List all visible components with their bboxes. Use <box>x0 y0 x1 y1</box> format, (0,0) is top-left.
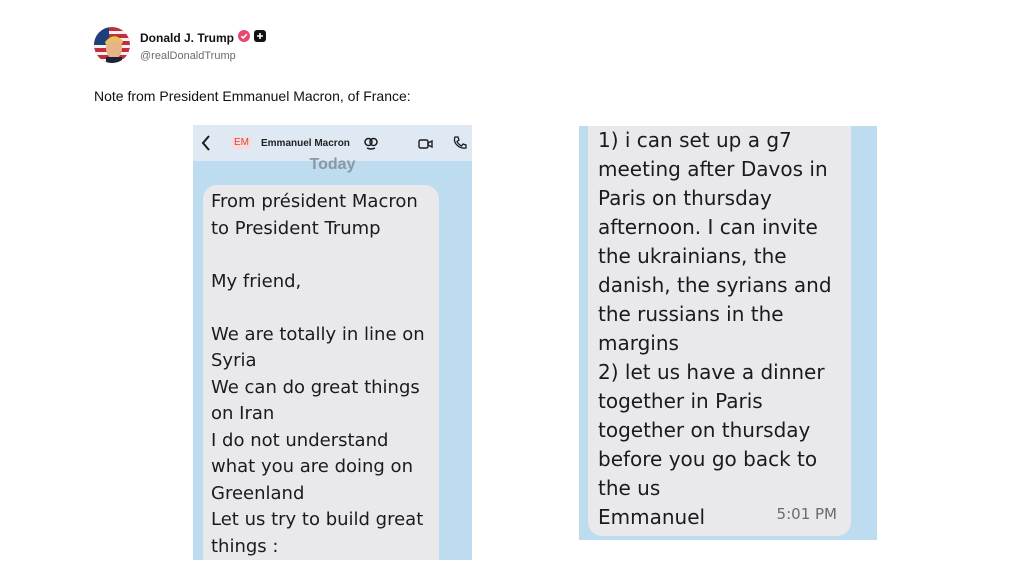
message-line: to President Trump <box>211 217 381 239</box>
message-timestamp: 5:01 PM <box>776 505 837 523</box>
message-line <box>211 242 439 269</box>
video-call-icon <box>418 137 434 155</box>
message-screenshot-right[interactable]: 1) i can set up a g7 meeting after Davos… <box>579 126 877 540</box>
avatar[interactable] <box>94 27 130 63</box>
message-line: Paris on thursday <box>598 186 772 210</box>
message-line: From président Macron <box>211 191 418 212</box>
day-label: Today <box>309 156 356 173</box>
message-line: before you go back to <box>598 447 818 471</box>
message-line: things : <box>211 535 279 557</box>
message-line: We are totally in line on <box>211 323 425 345</box>
message-bubble: 1) i can set up a g7 meeting after Davos… <box>588 126 851 536</box>
message-line: afternoon. I can invite <box>598 215 818 239</box>
message-line: what you are doing on <box>211 456 413 477</box>
message-line: danish, the syrians and <box>598 273 832 297</box>
phone-call-icon <box>452 135 468 156</box>
name-row: Donald J. Trump <box>140 29 267 47</box>
message-line: the ukrainians, the <box>598 244 787 268</box>
message-line: together in Paris <box>598 389 763 413</box>
chevron-left-icon <box>200 134 212 157</box>
message-line: Syria <box>211 350 257 371</box>
author-block: Donald J. Trump @realDonaldTrump <box>140 29 267 62</box>
post-page: Donald J. Trump @realDonaldTrump Note fr… <box>0 0 1024 576</box>
message-line: the us <box>598 476 661 500</box>
message-bubble: From président Macron to President Trump… <box>203 185 439 560</box>
message-line: on Iran <box>211 403 275 424</box>
message-line: together on thursday <box>598 418 811 442</box>
contact-initials: EM <box>232 137 251 149</box>
message-line: My friend, <box>211 270 302 292</box>
message-line: the russians in the <box>598 302 784 326</box>
message-line: We can do great things <box>211 376 420 398</box>
message-line: 2) let us have a dinner <box>598 360 825 384</box>
flag-portrait-avatar-icon <box>94 27 130 63</box>
message-line: Greenland <box>211 482 305 504</box>
message-line: I do not understand <box>211 429 389 451</box>
link-glyph-icon <box>363 135 379 156</box>
verified-badge-icon <box>238 29 251 47</box>
handle[interactable]: @realDonaldTrump <box>140 50 266 62</box>
contact-name: Emmanuel Macron <box>261 138 350 149</box>
message-line <box>211 295 439 322</box>
message-line: margins <box>598 331 679 355</box>
message-line: 1) i can set up a g7 <box>598 128 792 152</box>
message-screenshot-left[interactable]: EM Emmanuel Macron Today From président … <box>193 125 472 560</box>
display-name[interactable]: Donald J. Trump <box>140 31 234 45</box>
post-text: Note from President Emmanuel Macron, of … <box>94 88 411 104</box>
post-header: Donald J. Trump @realDonaldTrump <box>94 27 267 63</box>
message-line: meeting after Davos in <box>598 157 828 181</box>
message-line: Let us try to build great <box>211 509 424 530</box>
plus-icon[interactable] <box>254 29 267 47</box>
